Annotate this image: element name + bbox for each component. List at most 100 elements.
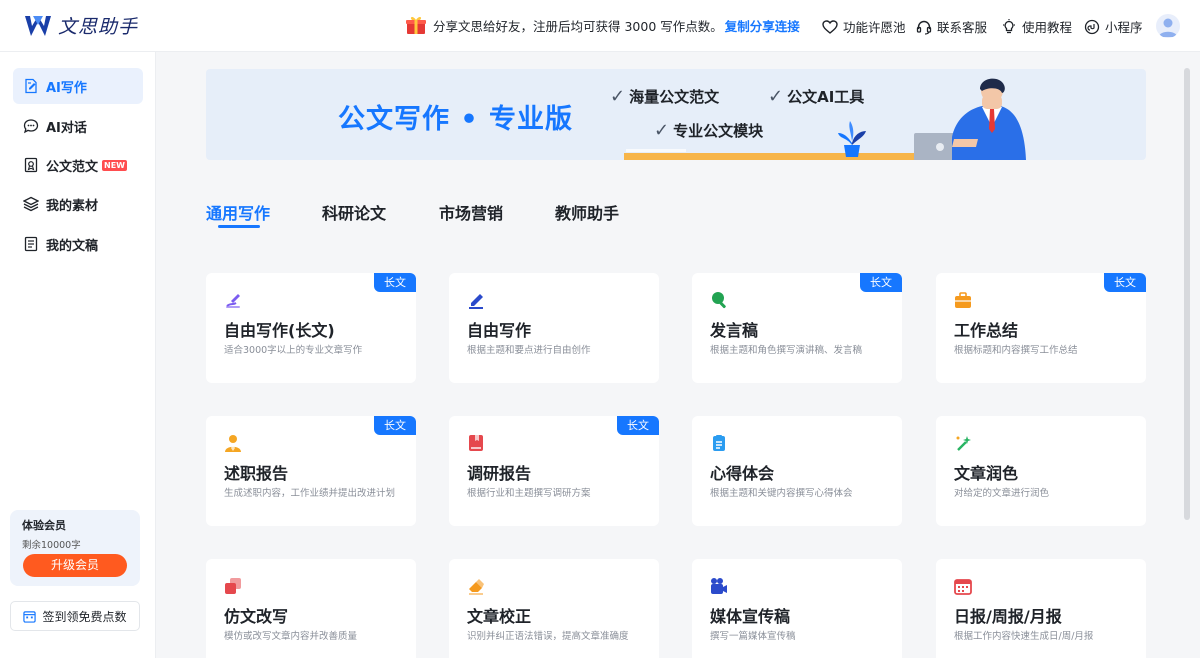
tool-card[interactable]: 述职报告 生成述职内容，工作业绩并提出改进计划 长文 xyxy=(206,416,416,526)
nav-feature-wishlist[interactable]: 功能许愿池 xyxy=(822,17,906,36)
badge-doc-icon xyxy=(24,157,38,173)
document-icon xyxy=(24,236,38,252)
long-form-tag: 长文 xyxy=(1104,273,1146,292)
member-remaining: 剩余10000字 xyxy=(22,540,81,551)
card-title: 仿文改写 xyxy=(224,607,289,626)
microphone-icon xyxy=(712,292,726,309)
tool-card[interactable]: 调研报告 根据行业和主题撰写调研方案 长文 xyxy=(449,416,659,526)
card-description: 根据主题和关键内容撰写心得体会 xyxy=(710,488,853,499)
sidebar-item-label: AI对话 xyxy=(46,120,87,136)
card-title: 述职报告 xyxy=(224,464,289,483)
card-description: 模仿或改写文章内容并改善质量 xyxy=(224,631,358,642)
tool-card[interactable]: 文章润色 对给定的文章进行润色 xyxy=(936,416,1146,526)
scrollbar[interactable] xyxy=(1184,68,1190,520)
card-description: 根据工作内容快速生成日/周/月报 xyxy=(954,631,1094,642)
long-form-tag: 长文 xyxy=(860,273,902,292)
card-description: 根据标题和内容撰写工作总结 xyxy=(954,345,1078,356)
card-title: 发言稿 xyxy=(710,321,759,340)
banner-feature: ✓ 海量公文范文 xyxy=(610,86,719,107)
tool-card[interactable]: 发言稿 根据主题和角色撰写演讲稿、发言稿 长文 xyxy=(692,273,902,383)
promo-text: 分享文思给好友，注册后均可获得 3000 写作点数。 xyxy=(433,18,723,34)
tool-card[interactable]: 文章校正 识别并纠正语法错误，提高文章准确度 xyxy=(449,559,659,658)
card-title: 文章校正 xyxy=(467,607,532,626)
member-title: 体验会员 xyxy=(22,519,66,532)
feature-label: 公文AI工具 xyxy=(787,88,865,106)
check-icon: ✓ xyxy=(654,120,670,141)
card-title: 调研报告 xyxy=(467,464,532,483)
tool-card[interactable]: 仿文改写模仿或改写文章内容并改善质量 xyxy=(206,559,416,658)
pencil-icon xyxy=(469,294,483,309)
sidebar-item-ai-writing[interactable]: AI写作 xyxy=(13,68,143,104)
nav-label: 小程序 xyxy=(1105,20,1143,35)
banner-feature: ✓ 专业公文模块 xyxy=(654,120,763,141)
card-title: 自由写作 xyxy=(467,321,532,340)
sidebar-item-label: 我的文稿 xyxy=(46,238,99,254)
tab-marketing[interactable]: 市场营销 xyxy=(439,200,503,224)
card-title: 自由写作(长文) xyxy=(224,321,335,340)
headset-icon xyxy=(916,20,932,35)
tool-card[interactable]: 媒体宣传稿撰写一篇媒体宣传稿 xyxy=(692,559,902,658)
nav-tutorial[interactable]: 使用教程 xyxy=(1001,17,1072,36)
calendar-icon xyxy=(954,579,972,595)
card-title: 心得体会 xyxy=(710,464,775,483)
copy-share-link[interactable]: 复制分享连接 xyxy=(725,16,800,35)
lightbulb-icon xyxy=(1003,18,1015,33)
sidebar-item-my-drafts[interactable]: 我的文稿 xyxy=(13,226,143,262)
tab-research-papers[interactable]: 科研论文 xyxy=(322,200,386,224)
tool-card[interactable]: 自由写作(长文) 适合3000字以上的专业文章写作 长文 xyxy=(206,273,416,383)
nav-label: 功能许愿池 xyxy=(843,20,906,35)
video-camera-icon xyxy=(711,578,727,594)
card-title: 文章润色 xyxy=(954,464,1019,483)
card-description: 撰写一篇媒体宣传稿 xyxy=(710,631,796,642)
card-title: 工作总结 xyxy=(954,321,1019,340)
nav-label: 联系客服 xyxy=(937,20,988,35)
card-description: 根据行业和主题撰写调研方案 xyxy=(467,488,591,499)
upgrade-member-button[interactable]: 升级会员 xyxy=(23,554,127,577)
nav-mini-program[interactable]: 小程序 xyxy=(1084,17,1143,36)
chat-bubble-icon xyxy=(23,119,39,134)
clipboard-icon xyxy=(713,435,725,451)
magic-wand-icon xyxy=(956,436,971,451)
active-tab-indicator xyxy=(218,225,260,228)
card-title: 媒体宣传稿 xyxy=(710,607,791,626)
promo-banner[interactable]: 公文写作 • 专业版 ✓ 海量公文范文 ✓ 公文AI工具 ✓ 专业公文模块 xyxy=(206,69,1146,160)
share-promo: 分享文思给好友，注册后均可获得 3000 写作点数。 复制分享连接 xyxy=(405,15,800,35)
member-panel: 体验会员 剩余10000字 升级会员 xyxy=(10,510,140,586)
edit-doc-icon xyxy=(25,78,37,94)
nav-customer-service[interactable]: 联系客服 xyxy=(916,17,987,36)
signin-button[interactable]: 签到领免费点数 xyxy=(10,601,140,631)
sidebar-item-label: AI写作 xyxy=(46,80,87,96)
check-icon: ✓ xyxy=(768,86,784,107)
tool-card[interactable]: 日报/周报/月报根据工作内容快速生成日/周/月报 xyxy=(936,559,1146,658)
user-avatar[interactable] xyxy=(1156,14,1180,38)
sidebar-item-label: 公文范文 xyxy=(46,159,99,175)
sidebar-item-label: 我的素材 xyxy=(46,198,99,214)
sidebar-item-my-materials[interactable]: 我的素材 xyxy=(13,186,143,222)
tool-card[interactable]: 工作总结根据标题和内容撰写工作总结 长文 xyxy=(936,273,1146,383)
briefcase-icon xyxy=(955,292,971,308)
tab-teacher-assistant[interactable]: 教师助手 xyxy=(555,200,619,224)
new-badge: NEW xyxy=(102,159,127,171)
nav-label: 使用教程 xyxy=(1022,20,1073,35)
logo-text: 文思助手 xyxy=(58,16,139,38)
feature-label: 海量公文范文 xyxy=(629,88,720,106)
banner-title: 公文写作 • 专业版 xyxy=(338,104,574,135)
logo[interactable]: 文思助手 xyxy=(24,12,138,39)
signin-label: 签到领免费点数 xyxy=(42,609,127,624)
sidebar-item-official-templates[interactable]: 公文范文 NEW xyxy=(13,147,143,183)
logo-w-icon xyxy=(25,15,51,36)
tool-card[interactable]: 自由写作根据主题和要点进行自由创作 xyxy=(449,273,659,383)
card-description: 生成述职内容，工作业绩并提出改进计划 xyxy=(224,488,396,499)
tab-general-writing[interactable]: 通用写作 xyxy=(206,200,270,224)
heart-icon xyxy=(822,19,838,34)
sidebar-item-ai-chat[interactable]: AI对话 xyxy=(13,108,143,144)
layers-icon xyxy=(23,196,39,212)
tool-card[interactable]: 心得体会根据主题和关键内容撰写心得体会 xyxy=(692,416,902,526)
card-title: 日报/周报/月报 xyxy=(954,607,1062,626)
card-description: 根据主题和要点进行自由创作 xyxy=(467,345,591,356)
long-form-tag: 长文 xyxy=(374,273,416,292)
check-icon: ✓ xyxy=(610,86,626,107)
copy-icon xyxy=(225,578,241,594)
book-icon xyxy=(469,435,483,451)
user-icon xyxy=(1159,18,1177,37)
